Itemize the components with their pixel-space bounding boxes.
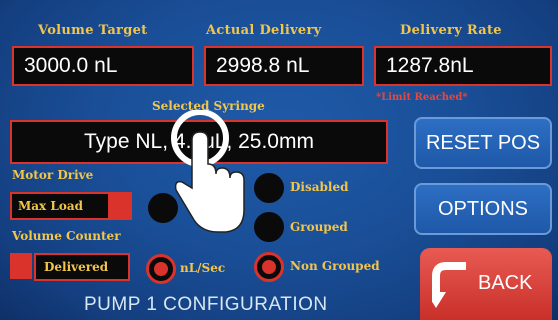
disabled-label: Disabled (290, 180, 349, 194)
grouped-label: Grouped (290, 220, 348, 234)
touch-hand-icon (171, 110, 245, 233)
limit-reached-warning: *Limit Reached* (376, 92, 468, 103)
non-grouped-label: Non Grouped (290, 259, 380, 273)
non-grouped-radio[interactable] (254, 252, 284, 282)
delivery-rate-value: 1287.8nL (386, 54, 474, 77)
actual-delivery-label: Actual Delivery (206, 23, 322, 38)
disabled-radio[interactable] (254, 173, 284, 203)
motor-drive-indicator (108, 194, 130, 218)
motor-drive-value: Max Load (18, 199, 83, 213)
nl-sec-radio[interactable] (146, 254, 176, 284)
delivery-rate-label: Delivery Rate (400, 23, 502, 38)
actual-delivery-value: 2998.8 nL (216, 54, 310, 77)
grouped-radio[interactable] (254, 212, 284, 242)
reset-pos-label: RESET POS (425, 131, 541, 154)
back-label: BACK (478, 272, 533, 294)
back-arrow-icon (432, 262, 466, 308)
volume-counter-label: Volume Counter (12, 229, 121, 243)
volume-target-field[interactable]: 3000.0 nL (12, 46, 194, 86)
volume-counter-indicator (10, 253, 32, 279)
pump-config-screen: Volume Target Actual Delivery Delivery R… (0, 0, 558, 320)
page-title: PUMP 1 CONFIGURATION (84, 294, 328, 315)
delivery-rate-field[interactable]: 1287.8nL (374, 46, 552, 86)
options-button[interactable]: OPTIONS (414, 183, 552, 235)
back-button[interactable]: BACK (420, 248, 552, 320)
reset-pos-button[interactable]: RESET POS (414, 117, 552, 169)
motor-drive-label: Motor Drive (12, 168, 94, 182)
actual-delivery-field: 2998.8 nL (204, 46, 364, 86)
volume-counter-selector[interactable]: Delivered (34, 253, 130, 281)
volume-target-value: 3000.0 nL (24, 54, 118, 77)
options-label: OPTIONS (437, 197, 528, 220)
volume-target-label: Volume Target (38, 23, 148, 38)
nl-sec-label: nL/Sec (180, 261, 226, 275)
volume-counter-value: Delivered (44, 260, 109, 274)
